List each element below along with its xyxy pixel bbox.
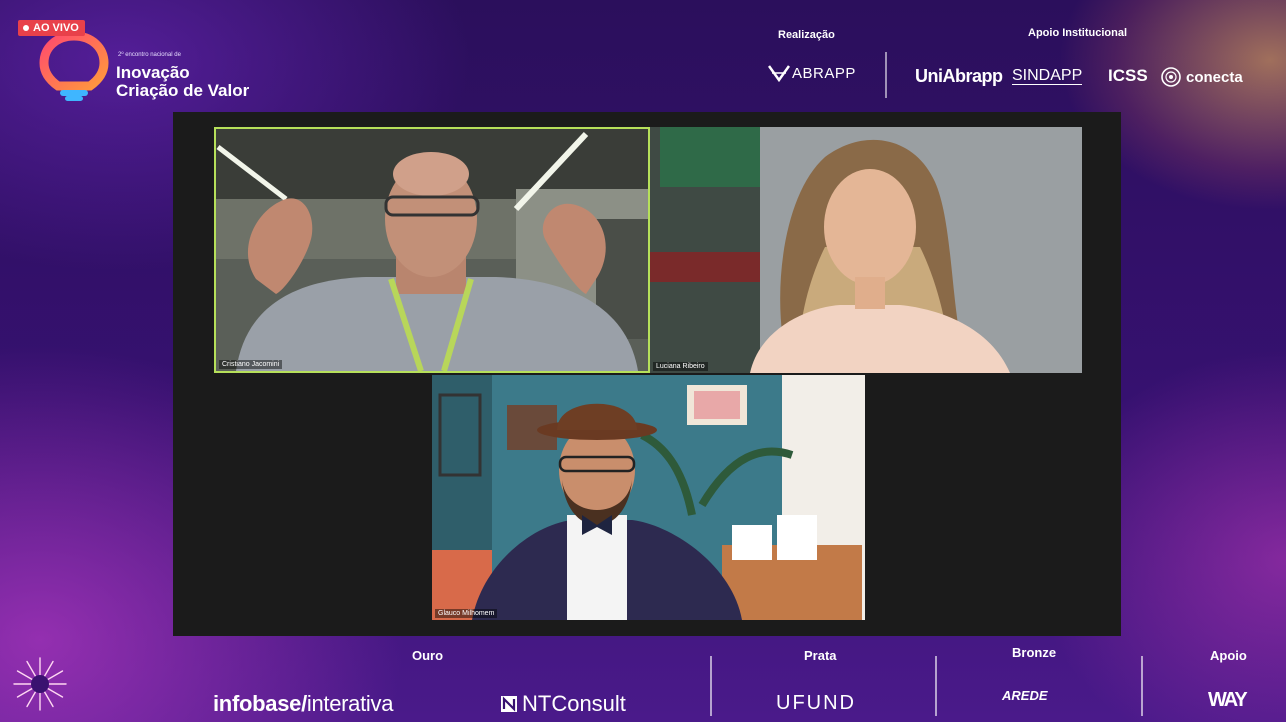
participant-video-image	[650, 127, 1082, 373]
video-meeting-grid: Cristiano Jacomini Luciana Ribeiro Glauc…	[173, 112, 1121, 636]
live-badge: AO VIVO	[18, 20, 85, 36]
ouro-label: Ouro	[412, 648, 444, 663]
participant-video-image	[216, 129, 648, 371]
participant-video-2[interactable]: Luciana Ribeiro	[650, 127, 1082, 373]
conecta-logo-text: conecta	[1186, 68, 1243, 86]
event-title-line1: Inovação	[116, 63, 190, 82]
apoio-label: Apoio	[1210, 648, 1247, 663]
infobase-interativa-logo: infobase/interativa	[213, 691, 393, 717]
event-title-line2: Criação de Valor	[116, 81, 250, 100]
conecta-globe-icon	[1161, 67, 1181, 87]
footer-divider-3	[1141, 656, 1143, 716]
participant-video-1[interactable]: Cristiano Jacomini	[214, 127, 650, 373]
apoio-institucional-label: Apoio Institucional	[1028, 27, 1127, 39]
infobase-logo-rest: interativa	[306, 691, 394, 716]
way-logo: WAY	[1208, 689, 1248, 711]
participant-name-1: Cristiano Jacomini	[219, 360, 283, 369]
conecta-logo: conecta	[1160, 66, 1243, 88]
realizacao-label: Realização	[778, 29, 835, 41]
starburst-decoration-icon	[13, 657, 67, 711]
ntconsult-mark-icon	[501, 696, 517, 712]
bronze-label: Bronze	[1012, 645, 1057, 660]
ntconsult-logo: NTConsult	[500, 691, 626, 717]
ntconsult-logo-text: NTConsult	[522, 691, 626, 716]
lightbulb-icon	[39, 31, 109, 101]
live-dot-icon	[23, 25, 29, 31]
participant-name-2: Luciana Ribeiro	[653, 362, 708, 371]
infobase-logo-bold: infobase	[213, 691, 302, 716]
sindapp-logo: SINDAPP	[1012, 67, 1083, 85]
participant-name-3: Glauco Milhomem	[435, 609, 498, 618]
participant-video-3[interactable]: Glauco Milhomem	[432, 375, 865, 620]
live-badge-label: AO VIVO	[33, 22, 79, 34]
abrapp-mark-icon	[768, 65, 790, 82]
event-logo: 2º encontro nacional de Inovação Criação…	[38, 30, 298, 106]
icss-logo: ICSS	[1108, 66, 1148, 85]
arede-logo: AREDE	[1002, 688, 1048, 703]
abrapp-logo-text: ABRAPP	[792, 64, 856, 82]
header-divider	[885, 52, 887, 98]
participant-video-image	[432, 375, 865, 620]
prata-label: Prata	[804, 648, 837, 663]
uniabrapp-logo: UniAbrapp	[915, 66, 1003, 86]
footer-divider-2	[935, 656, 937, 716]
event-subtitle: 2º encontro nacional de	[118, 52, 181, 58]
footer-divider-1	[710, 656, 712, 716]
ufund-logo: UFUND	[776, 692, 856, 714]
abrapp-logo: ABRAPP	[768, 64, 856, 82]
